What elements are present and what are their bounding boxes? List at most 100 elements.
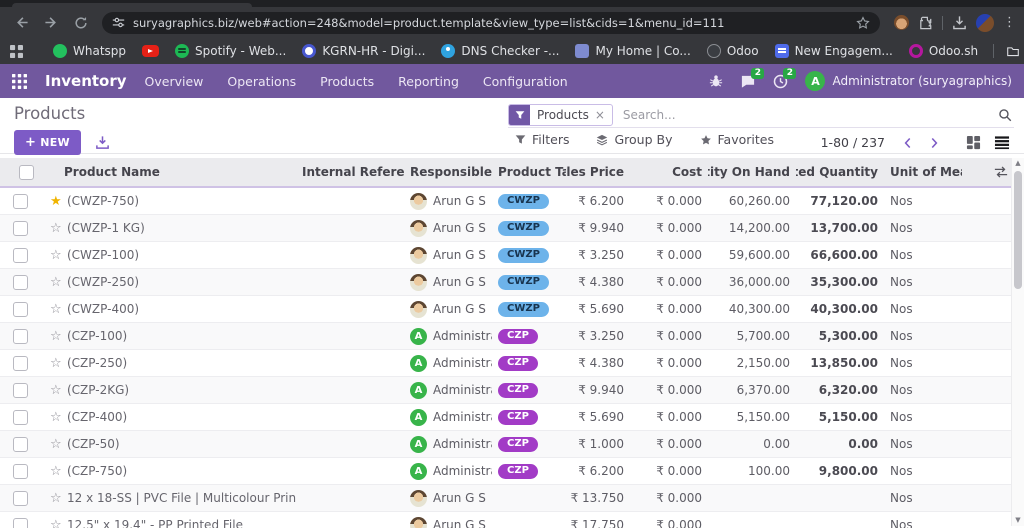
row-checkbox[interactable]: [13, 302, 28, 317]
bookmark-item[interactable]: Whatspp: [53, 44, 126, 58]
bookmark-item[interactable]: My Home | Co...: [575, 44, 690, 58]
row-checkbox[interactable]: [13, 221, 28, 236]
forward-icon[interactable]: [38, 11, 64, 35]
messages-button[interactable]: 2: [740, 74, 756, 89]
bookmark-item[interactable]: Odoo.sh: [909, 44, 978, 58]
bookmark-item[interactable]: New Engagem...: [775, 44, 893, 58]
row-checkbox[interactable]: [13, 464, 28, 479]
table-row[interactable]: ☆(CWZP-100)Arun G SCWZP₹ 3.250₹ 0.00059,…: [0, 242, 1012, 269]
row-checkbox[interactable]: [13, 194, 28, 209]
row-checkbox[interactable]: [13, 275, 28, 290]
menu-item-reporting[interactable]: Reporting: [398, 74, 459, 89]
favorite-star-icon[interactable]: ☆: [50, 383, 67, 398]
table-row[interactable]: ☆(CZP-2KG)AAdministratorCZP₹ 9.940₹ 0.00…: [0, 377, 1012, 404]
column-header-price[interactable]: Sales Price: [566, 165, 630, 179]
facet-remove-icon[interactable]: ×: [595, 108, 605, 122]
table-row[interactable]: ☆(CZP-100)AAdministratorCZP₹ 3.250₹ 0.00…: [0, 323, 1012, 350]
filters-button[interactable]: Filters: [515, 132, 569, 147]
scrollbar-down-icon[interactable]: ▼: [1015, 515, 1020, 526]
optional-columns-toggle-icon[interactable]: [962, 165, 1012, 179]
favorite-star-icon[interactable]: ☆: [50, 410, 67, 425]
table-row[interactable]: ★(CWZP-750)Arun G SCWZP₹ 6.200₹ 0.00060,…: [0, 188, 1012, 215]
column-header-tag[interactable]: Product Ta...: [492, 165, 566, 179]
column-header-fq[interactable]: Forecasted Quantity: [796, 165, 884, 179]
table-row[interactable]: ☆(CZP-50)AAdministratorCZP₹ 1.000₹ 0.000…: [0, 431, 1012, 458]
search-input[interactable]: [621, 107, 990, 123]
favorite-star-icon[interactable]: ☆: [50, 221, 67, 236]
all-bookmarks-button[interactable]: All Bookmarks: [1006, 44, 1024, 58]
tampermonkey-extension-icon[interactable]: [894, 15, 909, 30]
table-row[interactable]: ☆(CZP-250)AAdministratorCZP₹ 4.380₹ 0.00…: [0, 350, 1012, 377]
back-icon[interactable]: [8, 11, 34, 35]
user-menu[interactable]: A Administrator (suryagraphics): [805, 71, 1012, 91]
browser-tab[interactable]: [12, 3, 252, 7]
menu-item-configuration[interactable]: Configuration: [483, 74, 568, 89]
favorite-star-icon[interactable]: ☆: [50, 248, 67, 263]
list-view-icon[interactable]: [994, 135, 1010, 150]
browser-profile-avatar[interactable]: [976, 14, 994, 32]
app-name[interactable]: Inventory: [45, 72, 127, 90]
favorite-star-icon[interactable]: ☆: [50, 302, 67, 317]
reload-icon[interactable]: [68, 11, 94, 35]
site-settings-icon[interactable]: [112, 16, 125, 29]
activities-button[interactable]: 2: [773, 74, 788, 89]
debug-bug-icon[interactable]: [709, 74, 723, 88]
column-header-qoh[interactable]: Quantity On Hand: [708, 165, 796, 179]
scrollbar-up-icon[interactable]: ▲: [1015, 158, 1020, 169]
favorite-star-icon[interactable]: ☆: [50, 329, 67, 344]
row-checkbox[interactable]: [13, 248, 28, 263]
table-row[interactable]: ☆(CZP-400)AAdministratorCZP₹ 5.690₹ 0.00…: [0, 404, 1012, 431]
group-by-button[interactable]: Group By: [596, 132, 672, 147]
table-row[interactable]: ☆12 x 18-SS | PVC File | Multicolour Pri…: [0, 485, 1012, 512]
vertical-scrollbar[interactable]: ▲ ▼: [1011, 158, 1024, 526]
favorite-star-icon[interactable]: ☆: [50, 275, 67, 290]
menu-item-operations[interactable]: Operations: [227, 74, 296, 89]
column-header-name[interactable]: Product Name: [44, 165, 296, 179]
table-row[interactable]: ☆(CWZP-400)Arun G SCWZP₹ 5.690₹ 0.00040,…: [0, 296, 1012, 323]
row-checkbox[interactable]: [13, 383, 28, 398]
table-row[interactable]: ☆(CWZP-1 KG)Arun G SCWZP₹ 9.940₹ 0.00014…: [0, 215, 1012, 242]
column-header-uom[interactable]: Unit of Measure: [884, 165, 962, 179]
favorite-star-icon[interactable]: ☆: [50, 518, 67, 528]
favorite-star-icon[interactable]: ☆: [50, 464, 67, 479]
kanban-view-icon[interactable]: [966, 135, 981, 150]
row-checkbox[interactable]: [13, 491, 28, 506]
column-header-cost[interactable]: Cost: [630, 165, 708, 179]
row-checkbox[interactable]: [13, 437, 28, 452]
search-bar[interactable]: Products ×: [508, 103, 1014, 128]
extensions-puzzle-icon[interactable]: [918, 15, 933, 30]
bookmark-item[interactable]: DNS Checker -...: [441, 44, 559, 58]
row-checkbox[interactable]: [13, 356, 28, 371]
pager-previous-icon[interactable]: [898, 137, 916, 149]
favorite-star-filled-icon[interactable]: ★: [50, 194, 67, 209]
favorite-star-icon[interactable]: ☆: [50, 356, 67, 371]
odoo-apps-menu-icon[interactable]: [12, 74, 27, 89]
bookmark-item[interactable]: [142, 45, 159, 57]
row-checkbox[interactable]: [13, 329, 28, 344]
menu-item-products[interactable]: Products: [320, 74, 374, 89]
column-header-ref[interactable]: Internal Reference: [296, 165, 404, 179]
row-checkbox[interactable]: [13, 410, 28, 425]
pager-next-icon[interactable]: [925, 137, 943, 149]
favorite-star-icon[interactable]: ☆: [50, 491, 67, 506]
address-bar[interactable]: suryagraphics.biz/web#action=248&model=p…: [102, 12, 880, 34]
apps-grid-icon[interactable]: [10, 45, 23, 58]
scrollbar-thumb[interactable]: [1014, 171, 1022, 289]
select-all-checkbox[interactable]: [19, 165, 34, 180]
search-facet[interactable]: Products ×: [508, 104, 613, 126]
table-row[interactable]: ☆(CZP-750)AAdministratorCZP₹ 6.200₹ 0.00…: [0, 458, 1012, 485]
bookmark-item[interactable]: Spotify - Web...: [175, 44, 286, 58]
column-header-resp[interactable]: Responsible: [404, 165, 492, 179]
bookmark-item[interactable]: KGRN-HR - Digi...: [302, 44, 425, 58]
new-button[interactable]: + NEW: [14, 130, 81, 155]
favorite-star-icon[interactable]: ☆: [50, 437, 67, 452]
browser-menu-icon[interactable]: ⋮: [1003, 15, 1016, 30]
bookmark-item[interactable]: Odoo: [707, 44, 759, 58]
search-icon[interactable]: [998, 108, 1012, 122]
export-icon[interactable]: [95, 135, 110, 150]
menu-item-overview[interactable]: Overview: [145, 74, 204, 89]
table-row[interactable]: ☆12.5" x 19.4" - PP Printed FileArun G S…: [0, 512, 1012, 528]
downloads-icon[interactable]: [952, 15, 967, 30]
table-row[interactable]: ☆(CWZP-250)Arun G SCWZP₹ 4.380₹ 0.00036,…: [0, 269, 1012, 296]
bookmark-star-icon[interactable]: [856, 16, 870, 30]
